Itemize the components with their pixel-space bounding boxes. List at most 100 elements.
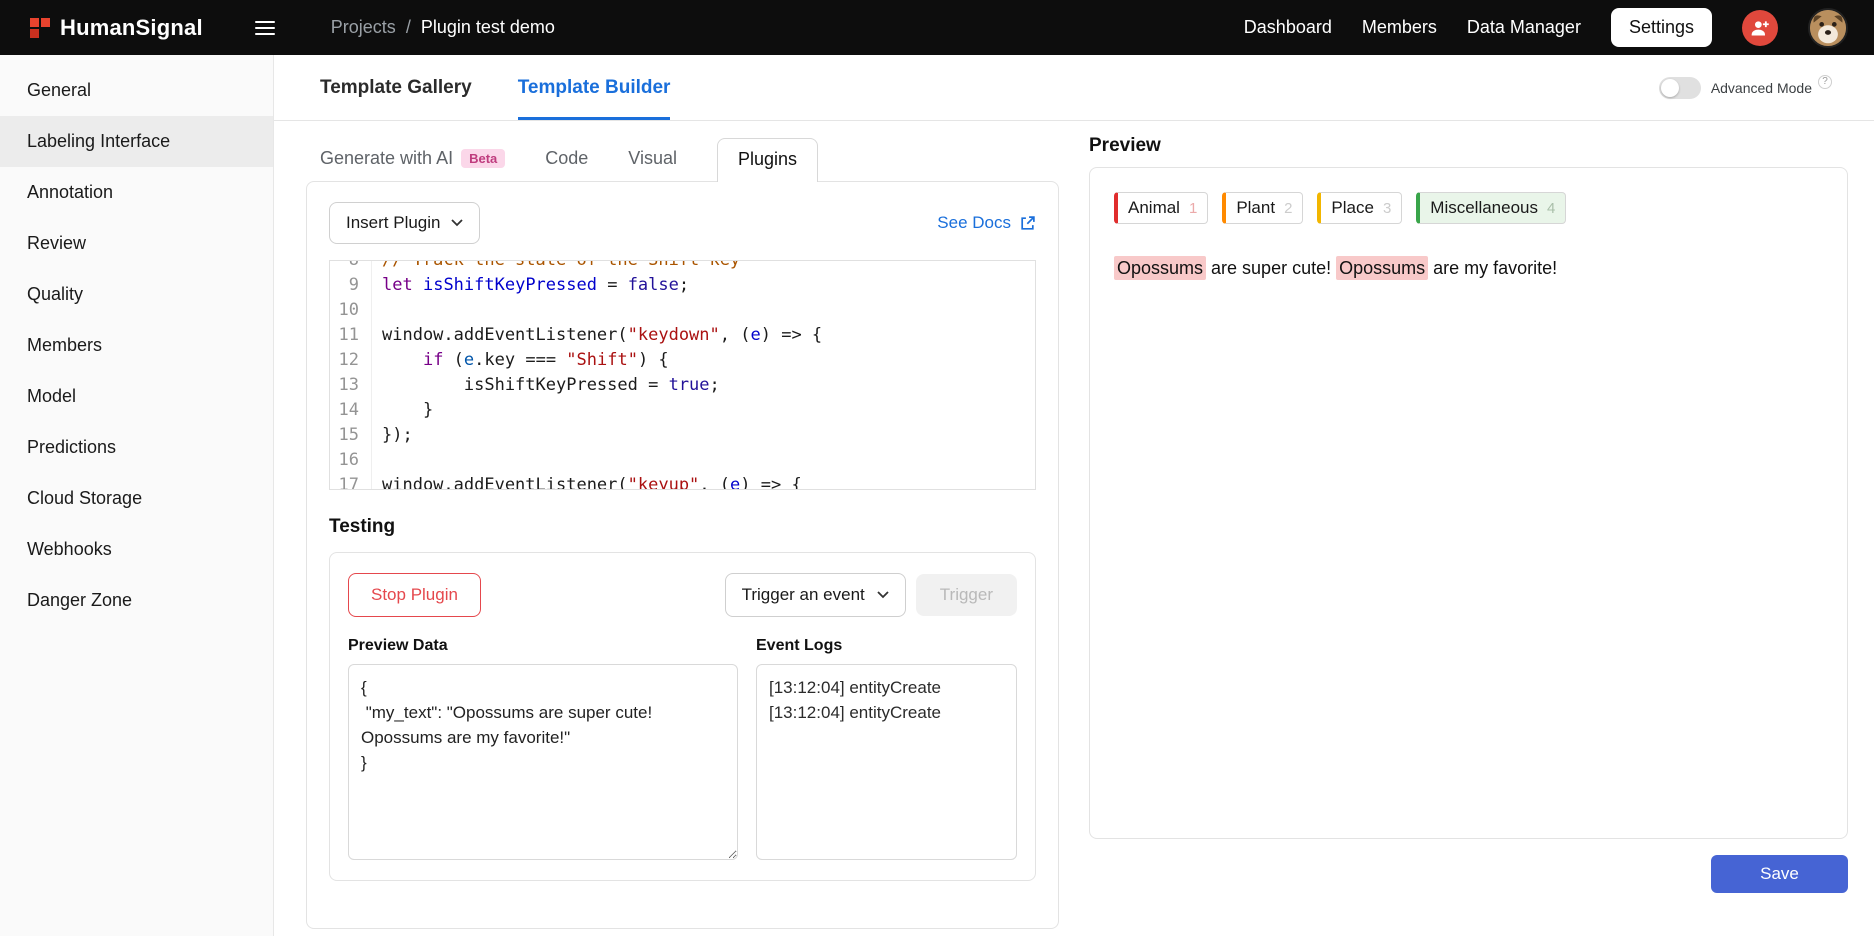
breadcrumb-current-page: Plugin test demo <box>421 17 555 38</box>
preview-data-label: Preview Data <box>348 637 738 655</box>
line-number: 10 <box>330 298 372 323</box>
label-tag-animal[interactable]: Animal 1 <box>1114 192 1208 224</box>
code-line-17: 17window.addEventListener("keyup", (e) =… <box>330 473 1035 490</box>
highlighted-entity[interactable]: Opossums <box>1336 256 1428 280</box>
insert-plugin-button[interactable]: Insert Plugin <box>329 202 480 244</box>
code-line-11: 11window.addEventListener("keydown", (e)… <box>330 323 1035 348</box>
testing-heading: Testing <box>329 516 1036 538</box>
label-tags-row: Animal 1 Plant 2 Place3 Miscellaneous4 <box>1114 192 1823 224</box>
insert-plugin-label: Insert Plugin <box>346 213 441 233</box>
line-content: if (e.key === "Shift") { <box>372 348 669 373</box>
line-number: 16 <box>330 448 372 473</box>
main-content: Template Gallery Template Builder Advanc… <box>274 55 1874 936</box>
tab-template-gallery[interactable]: Template Gallery <box>320 55 472 120</box>
logo-text: HumanSignal <box>60 15 203 41</box>
label-tag-plant[interactable]: Plant 2 <box>1222 192 1303 224</box>
nav-data-manager[interactable]: Data Manager <box>1467 17 1581 38</box>
nav-dashboard[interactable]: Dashboard <box>1244 17 1332 38</box>
event-log-entry: [13:12:04] entityCreate <box>769 675 1004 700</box>
label-tag-text: Plant <box>1236 198 1275 218</box>
preview-text[interactable]: Opossums are super cute! Opossums are my… <box>1114 254 1823 282</box>
sidebar-item-review[interactable]: Review <box>0 218 273 269</box>
top-navbar: HumanSignal Projects / Plugin test demo … <box>0 0 1874 55</box>
editor-toolbar: Insert Plugin See Docs <box>329 202 1036 244</box>
line-number: 17 <box>330 473 372 490</box>
sidebar-item-quality[interactable]: Quality <box>0 269 273 320</box>
label-tag-hotkey: 1 <box>1189 200 1197 217</box>
line-number: 11 <box>330 323 372 348</box>
testing-controls: Stop Plugin Trigger an event Trigger <box>348 573 1017 617</box>
humansignal-logo[interactable]: HumanSignal <box>30 15 203 41</box>
person-add-icon <box>1750 18 1770 38</box>
breadcrumb-projects[interactable]: Projects <box>331 17 396 38</box>
subtab-visual[interactable]: Visual <box>628 148 677 181</box>
subtab-plugins[interactable]: Plugins <box>717 138 818 182</box>
sidebar-item-members[interactable]: Members <box>0 320 273 371</box>
settings-button[interactable]: Settings <box>1611 8 1712 47</box>
line-content: isShiftKeyPressed = true; <box>372 373 720 398</box>
line-number: 15 <box>330 423 372 448</box>
event-logs-box[interactable]: [13:12:04] entityCreate[13:12:04] entity… <box>756 664 1017 860</box>
preview-data-column: Preview Data { "my_text": "Opossums are … <box>348 637 738 860</box>
label-tag-text: Animal <box>1128 198 1180 218</box>
line-content: window.addEventListener("keydown", (e) =… <box>372 323 822 348</box>
advanced-mode-control: Advanced Mode ? <box>1659 55 1832 120</box>
breadcrumb-separator: / <box>406 17 411 38</box>
builder-column: Generate with AI Beta Code Visual Plugin… <box>306 121 1059 936</box>
nav-members[interactable]: Members <box>1362 17 1437 38</box>
label-tag-hotkey: 2 <box>1284 200 1292 217</box>
sidebar-item-predictions[interactable]: Predictions <box>0 422 273 473</box>
code-editor[interactable]: 8// Track the state of the Shift key9let… <box>329 260 1036 490</box>
sidebar-item-annotation[interactable]: Annotation <box>0 167 273 218</box>
subtab-generate-with-ai[interactable]: Generate with AI Beta <box>320 148 505 181</box>
highlighted-entity[interactable]: Opossums <box>1114 256 1206 280</box>
line-content <box>372 298 392 323</box>
label-tag-text: Miscellaneous <box>1430 198 1538 218</box>
see-docs-link[interactable]: See Docs <box>937 213 1036 233</box>
code-line-8: 8// Track the state of the Shift key <box>330 260 1035 273</box>
tab-template-builder[interactable]: Template Builder <box>518 55 671 120</box>
code-line-10: 10 <box>330 298 1035 323</box>
sidebar-item-cloud-storage[interactable]: Cloud Storage <box>0 473 273 524</box>
line-number: 12 <box>330 348 372 373</box>
line-number: 14 <box>330 398 372 423</box>
save-button[interactable]: Save <box>1711 855 1848 893</box>
advanced-mode-toggle[interactable] <box>1659 77 1701 99</box>
chevron-down-icon <box>451 219 463 227</box>
stop-plugin-button[interactable]: Stop Plugin <box>348 573 481 617</box>
trigger-event-select[interactable]: Trigger an event <box>725 573 906 617</box>
plain-text: are my favorite! <box>1428 258 1557 278</box>
sidebar-item-general[interactable]: General <box>0 65 273 116</box>
sidebar-item-model[interactable]: Model <box>0 371 273 422</box>
line-number: 9 <box>330 273 372 298</box>
testing-grid: Preview Data { "my_text": "Opossums are … <box>348 637 1017 860</box>
code-line-15: 15}); <box>330 423 1035 448</box>
subtab-code[interactable]: Code <box>545 148 588 181</box>
user-avatar[interactable] <box>1808 8 1848 48</box>
trigger-button[interactable]: Trigger <box>916 574 1017 616</box>
advanced-mode-help-icon[interactable]: ? <box>1818 75 1832 89</box>
line-content: let isShiftKeyPressed = false; <box>372 273 689 298</box>
code-line-12: 12 if (e.key === "Shift") { <box>330 348 1035 373</box>
label-tag-miscellaneous[interactable]: Miscellaneous4 <box>1416 192 1566 224</box>
plugins-editor-card: Insert Plugin See Docs <box>306 181 1059 929</box>
subtab-generate-label: Generate with AI <box>320 148 453 169</box>
label-tag-place[interactable]: Place3 <box>1317 192 1402 224</box>
code-line-9: 9let isShiftKeyPressed = false; <box>330 273 1035 298</box>
dog-avatar-image <box>1810 10 1846 46</box>
sidebar-item-labeling-interface[interactable]: Labeling Interface <box>0 116 273 167</box>
sidebar-item-webhooks[interactable]: Webhooks <box>0 524 273 575</box>
menu-icon[interactable] <box>249 15 281 41</box>
event-logs-column: Event Logs [13:12:04] entityCreate[13:12… <box>756 637 1017 860</box>
navbar-right: Dashboard Members Data Manager Settings <box>1244 8 1848 48</box>
plain-text: are super cute! <box>1206 258 1336 278</box>
template-tabs-row: Template Gallery Template Builder Advanc… <box>274 55 1874 121</box>
sidebar-item-danger-zone[interactable]: Danger Zone <box>0 575 273 626</box>
trigger-event-label: Trigger an event <box>742 585 865 605</box>
sidebar-nav: GeneralLabeling InterfaceAnnotationRevie… <box>0 65 273 626</box>
code-line-16: 16 <box>330 448 1035 473</box>
invite-user-button[interactable] <box>1742 10 1778 46</box>
line-content: }); <box>372 423 413 448</box>
preview-data-textarea[interactable]: { "my_text": "Opossums are super cute! O… <box>348 664 738 860</box>
code-lines: 8// Track the state of the Shift key9let… <box>330 260 1035 490</box>
